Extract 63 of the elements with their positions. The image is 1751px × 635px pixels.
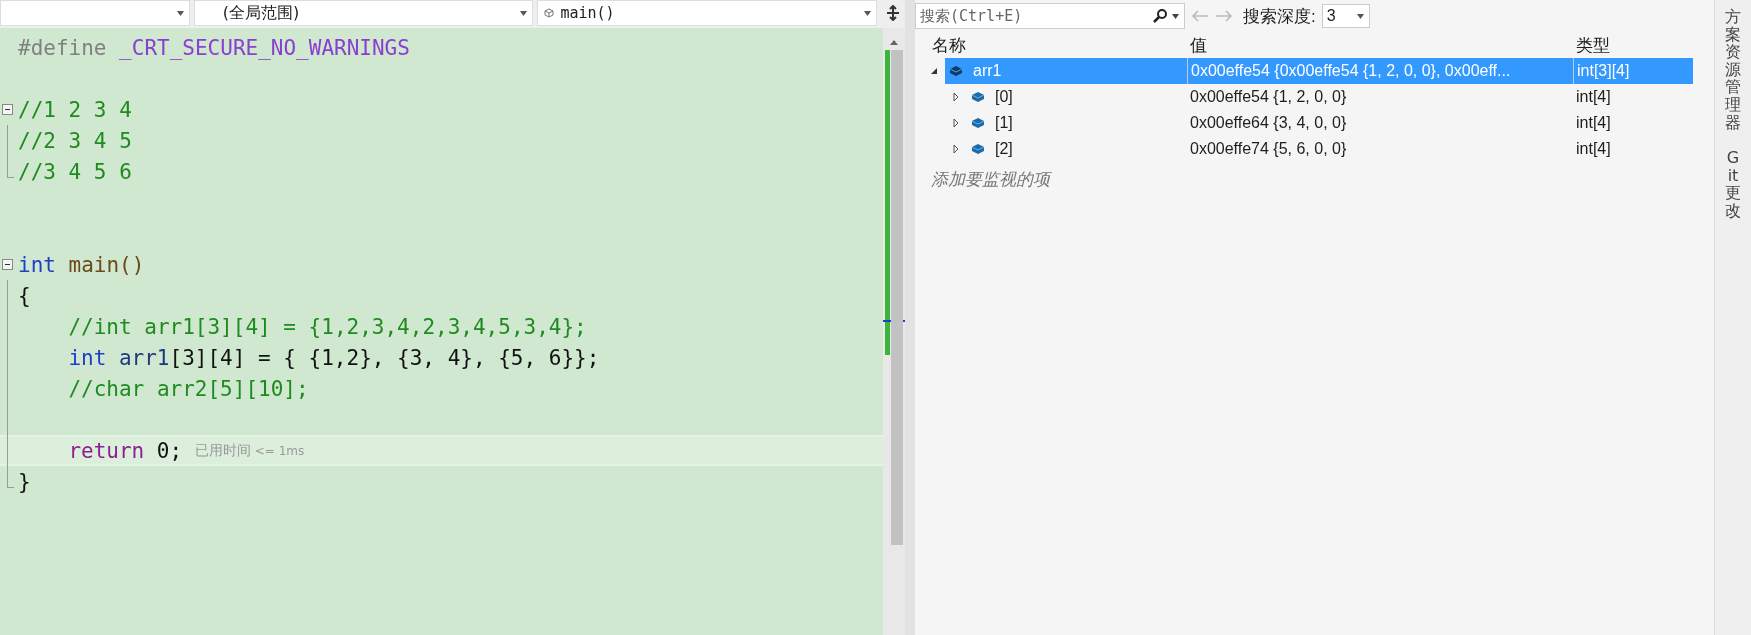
object-icon (971, 117, 985, 129)
column-header[interactable]: 类型 (1573, 33, 1693, 57)
variable-name: arr1 (973, 62, 1002, 80)
variable-type: int[4] (1576, 140, 1611, 158)
variable-name: [2] (995, 140, 1013, 158)
caret-icon[interactable] (1172, 13, 1179, 19)
search-field[interactable]: 搜索(Ctrl+E) (915, 3, 1185, 29)
code-comment: //2 3 4 5 (18, 128, 132, 153)
scroll-up-icon[interactable] (889, 38, 899, 46)
scroll-thumb[interactable] (891, 50, 903, 545)
split-icon[interactable] (886, 5, 900, 21)
keyword: return (68, 438, 145, 463)
expand-arrow-icon[interactable] (951, 92, 961, 102)
variable-type: int[4] (1576, 88, 1611, 106)
elapsed-time-hint: <= 1ms (254, 443, 305, 458)
cube-icon (544, 8, 555, 18)
caret-icon (864, 10, 872, 16)
expand-arrow-icon[interactable] (951, 144, 961, 154)
code-comment: //char arr2[5][10]; (68, 376, 309, 401)
variable-name: [1] (995, 114, 1013, 132)
macro-name: _CRT_SECURE_NO_WARNINGS (119, 35, 410, 60)
scrollbar[interactable] (883, 28, 905, 635)
variable-value: 0x00effe74 {5, 6, 0, 0} (1190, 140, 1347, 158)
column-header[interactable]: 名称 (915, 33, 1187, 57)
keyword: int (68, 345, 107, 370)
search-depth-label: 搜索深度: (1243, 5, 1316, 28)
search-depth-dropdown[interactable]: 3 (1321, 4, 1370, 28)
object-icon (971, 91, 985, 103)
code-text: 0; (156, 438, 183, 463)
variable-value: 0x00effe54 {0x00effe54 {1, 2, 0, 0}, 0x00eff... (1191, 62, 1511, 80)
code-comment: //1 2 3 4 (18, 97, 132, 122)
collapse-icon[interactable] (2, 259, 13, 270)
code-text: { (18, 283, 31, 308)
object-icon (971, 143, 985, 155)
code-comment: //3 4 5 6 (18, 159, 132, 184)
code-text: [3][4] = { {1,2}, {3, 4}, {5, 6}}; (169, 345, 600, 370)
collapse-icon[interactable] (2, 104, 13, 115)
search-icon[interactable] (1152, 8, 1168, 24)
function-name: main() (68, 252, 145, 277)
expand-arrow-icon[interactable] (951, 118, 961, 128)
variable-value: 0x00effe64 {3, 4, 0, 0} (1190, 114, 1347, 132)
scope-dropdown[interactable]: (全局范围) (193, 0, 534, 26)
preprocessor-directive: #define (18, 35, 107, 60)
caret-icon (520, 10, 528, 16)
search-input[interactable]: 搜索(Ctrl+E) (916, 6, 1152, 26)
function-dropdown[interactable]: main() (537, 0, 878, 26)
variable-name: [0] (995, 88, 1013, 106)
variable-type: int[3][4] (1577, 62, 1630, 80)
add-watch-item[interactable]: 添加要监视的项 (915, 162, 1050, 191)
collapse-arrow-icon[interactable] (929, 66, 939, 76)
code-comment: //int arr1[3][4] = {1,2,3,4,2,3,4,5,3,4}; (68, 314, 587, 339)
variable-type: int[4] (1576, 114, 1611, 132)
keyword: int (18, 252, 56, 277)
variable-name: arr1 (118, 345, 170, 370)
code-text: } (18, 469, 31, 494)
elapsed-time-hint: 已用时间 (194, 441, 251, 460)
object-icon (949, 65, 963, 77)
variable-value: 0x00effe54 {1, 2, 0, 0} (1190, 88, 1347, 106)
caret-icon (176, 10, 184, 16)
column-header[interactable]: 值 (1187, 33, 1573, 57)
side-tab[interactable]: 方案资源管理器 (1725, 8, 1741, 132)
side-tab[interactable]: Git 更改 (1725, 149, 1741, 220)
caret-icon (1356, 13, 1364, 19)
